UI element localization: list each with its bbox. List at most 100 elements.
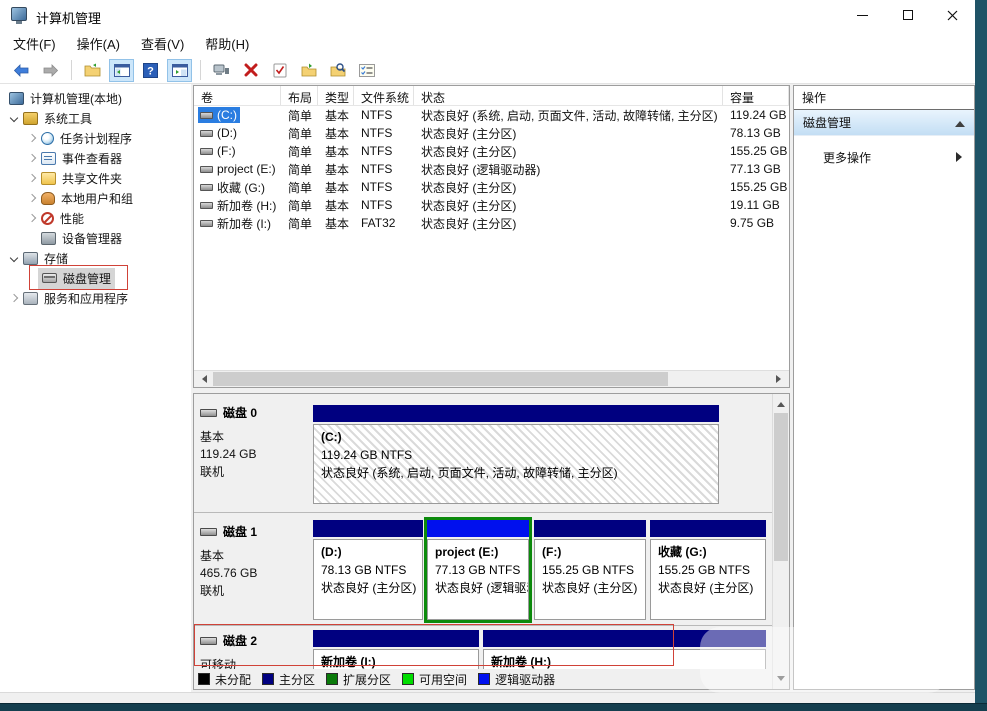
header-capacity[interactable]: 容量 [723,86,789,105]
scroll-right-icon[interactable] [772,371,789,387]
services-icon [23,292,38,305]
properties-check-icon[interactable] [267,59,292,82]
legend-swatch [402,673,414,685]
tree-item-shared-folders[interactable]: 共享文件夹 [0,168,191,188]
chevron-right-icon[interactable] [26,212,38,224]
table-row-i[interactable]: 新加卷 (I:) 简单 基本 FAT32 状态良好 (主分区) 9.75 GB [194,214,789,232]
title-bar: 计算机管理 [0,0,975,30]
toolbar-separator [71,60,72,80]
tree-item-disk-management[interactable]: 磁盘管理 [0,268,191,288]
refresh-folder-icon[interactable] [296,59,321,82]
chevron-right-icon[interactable] [8,292,20,304]
tree-item-storage[interactable]: 存储 [0,248,191,268]
performance-icon [41,212,54,225]
table-row-e[interactable]: project (E:) 简单 基本 NTFS 状态良好 (逻辑驱动器) 77.… [194,160,789,178]
header-layout[interactable]: 布局 [281,86,318,105]
actions-title: 操作 [794,86,974,110]
window-title: 计算机管理 [36,8,101,27]
header-status[interactable]: 状态 [414,86,723,105]
scroll-down-icon[interactable] [773,672,789,689]
volume-icon [200,112,213,119]
menu-file[interactable]: 文件(F) [13,34,56,53]
chevron-right-icon[interactable] [26,152,38,164]
vertical-scrollbar[interactable] [772,394,789,689]
desktop-edge [0,703,987,711]
tree-item-performance[interactable]: 性能 [0,208,191,228]
close-button[interactable] [930,0,975,30]
actions-section-disk-management[interactable]: 磁盘管理 [794,110,974,136]
legend-swatch [262,673,274,685]
system-tools-icon [23,112,38,125]
table-row-h[interactable]: 新加卷 (H:) 简单 基本 NTFS 状态良好 (主分区) 19.11 GB [194,196,789,214]
chevron-down-icon[interactable] [8,252,20,264]
users-icon [41,192,55,205]
expander-spacer [26,232,38,244]
scrollbar-thumb[interactable] [213,372,668,386]
tree-item-services-applications[interactable]: 服务和应用程序 [0,288,191,308]
more-actions[interactable]: 更多操作 [794,145,974,169]
disk-2-label[interactable]: 磁盘 2 可移动 [197,626,309,669]
tree-item-system-tools[interactable]: 系统工具 [0,108,191,128]
forward-icon[interactable] [38,59,63,82]
table-row-c[interactable]: (C:) 简单 基本 NTFS 状态良好 (系统, 启动, 页面文件, 活动, … [194,106,789,124]
expander-spacer [26,272,38,284]
volume-icon [200,130,213,137]
tree-item-event-viewer[interactable]: 事件查看器 [0,148,191,168]
show-console-tree-icon[interactable] [109,59,134,82]
computer-management-window: 计算机管理 文件(F) 操作(A) 查看(V) 帮助(H) [0,0,975,703]
tree-item-computer-management[interactable]: 计算机管理(本地) [0,88,191,108]
partition-f[interactable]: (F:) 155.25 GB NTFS 状态良好 (主分区) [534,520,646,620]
legend-unallocated: 未分配 [198,671,251,688]
partition-d[interactable]: (D:) 78.13 GB NTFS 状态良好 (主分区) [313,520,423,620]
table-row-f[interactable]: (F:) 简单 基本 NTFS 状态良好 (主分区) 155.25 GB [194,142,789,160]
partition-c[interactable]: (C:) 119.24 GB NTFS 状态良好 (系统, 启动, 页面文件, … [313,405,719,504]
scroll-left-icon[interactable] [194,371,211,387]
extended-partition-frame: project (E:) 77.13 GB NTFS 状态良好 (逻辑驱动器) [424,517,532,623]
header-filesystem[interactable]: 文件系统 [354,86,414,105]
export-list-icon[interactable] [80,59,105,82]
task-scheduler-icon [41,132,54,145]
rescan-disks-icon[interactable] [325,59,350,82]
table-row-d[interactable]: (D:) 简单 基本 NTFS 状态良好 (主分区) 78.13 GB [194,124,789,142]
back-icon[interactable] [9,59,34,82]
volume-icon [200,184,213,191]
chevron-right-icon[interactable] [26,172,38,184]
partition-h[interactable]: 新加卷 (H:) [483,630,766,669]
help-icon[interactable]: ? [138,59,163,82]
tree-item-task-scheduler[interactable]: 任务计划程序 [0,128,191,148]
menu-view[interactable]: 查看(V) [141,34,184,53]
minimize-button[interactable] [840,0,885,30]
tree-item-local-users-groups[interactable]: 本地用户和组 [0,188,191,208]
menu-action[interactable]: 操作(A) [77,34,120,53]
maximize-button[interactable] [885,0,930,30]
collapse-icon[interactable] [955,116,965,127]
close-icon [947,10,958,21]
console-tree: 计算机管理(本地) 系统工具 任务计划程序 事件查看器 共享文件夹 [0,84,191,692]
view-options-icon[interactable] [354,59,379,82]
show-action-pane-icon[interactable] [167,59,192,82]
partition-e[interactable]: project (E:) 77.13 GB NTFS 状态良好 (逻辑驱动器) [427,520,529,620]
partition-i[interactable]: 新加卷 (I:) [313,630,479,669]
disk-1-label[interactable]: 磁盘 1 基本 465.76 GB 联机 [197,513,309,625]
chevron-right-icon[interactable] [26,192,38,204]
menu-help[interactable]: 帮助(H) [205,34,249,53]
horizontal-scrollbar[interactable] [194,370,789,387]
scroll-up-icon[interactable] [773,394,789,411]
remote-connect-icon[interactable] [209,59,234,82]
toolbar: ? [0,57,975,84]
scrollbar-thumb[interactable] [774,413,788,561]
table-row-g[interactable]: 收藏 (G:) 简单 基本 NTFS 状态良好 (主分区) 155.25 GB [194,178,789,196]
header-volume[interactable]: 卷 [194,86,281,105]
header-type[interactable]: 类型 [318,86,354,105]
volume-list: 卷 布局 类型 文件系统 状态 容量 (C:) 简单 基本 NTFS 状态良好 … [193,85,790,388]
chevron-down-icon[interactable] [8,112,20,124]
primary-partition-bar [534,520,646,537]
tree-item-device-manager[interactable]: 设备管理器 [0,228,191,248]
delete-icon[interactable] [238,59,263,82]
legend-swatch [198,673,210,685]
disk-0-label[interactable]: 磁盘 0 基本 119.24 GB 联机 [197,394,309,512]
device-manager-icon [41,232,56,245]
scrollbar-track[interactable] [211,371,772,387]
chevron-right-icon[interactable] [26,132,38,144]
partition-g[interactable]: 收藏 (G:) 155.25 GB NTFS 状态良好 (主分区) [650,520,766,620]
